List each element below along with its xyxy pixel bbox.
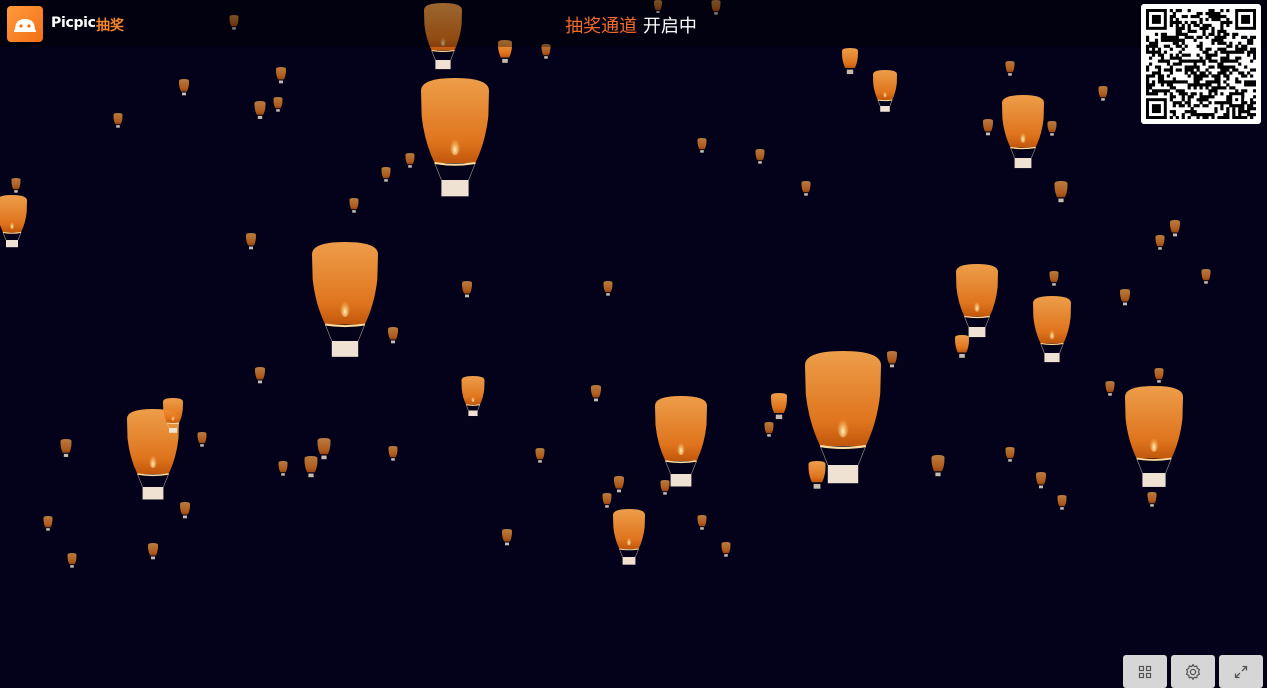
sky-lantern (1105, 381, 1115, 396)
sky-lantern (1154, 368, 1164, 383)
sky-lantern (349, 198, 359, 213)
sky-lantern (1005, 61, 1015, 76)
sky-lantern (1170, 220, 1180, 237)
grid-icon (1138, 665, 1152, 678)
sky-lantern (1002, 95, 1044, 169)
sky-lantern (246, 233, 256, 250)
sky-lantern (502, 529, 512, 546)
sky-lantern (381, 167, 391, 182)
sky-lantern (1054, 181, 1068, 203)
sky-lantern (535, 448, 545, 463)
sky-lantern (278, 461, 288, 476)
sky-lantern (388, 446, 398, 461)
sky-lantern (1201, 269, 1211, 284)
sky-lantern (931, 455, 945, 477)
sky-lantern (808, 461, 826, 489)
sky-lantern (1036, 472, 1046, 489)
sky-lantern (603, 281, 613, 296)
sky-lantern (697, 515, 707, 530)
sky-lantern (655, 396, 707, 487)
sky-lantern (801, 181, 811, 196)
sky-lantern (113, 113, 123, 128)
sky-lantern (43, 516, 53, 531)
sky-lantern (11, 178, 21, 193)
sky-lantern (462, 281, 472, 298)
qr-code-pattern (1146, 9, 1256, 119)
sky-lantern (0, 195, 27, 248)
sky-lantern (1047, 121, 1057, 136)
qr-code (1141, 4, 1261, 124)
sky-lantern (1049, 271, 1059, 286)
sky-lantern (1125, 386, 1183, 487)
top-bar: Picpic 抽奖 抽奖通道 开启中 (0, 0, 1267, 47)
sky-lantern (842, 48, 858, 75)
sky-lantern (273, 97, 283, 112)
sky-lantern (1057, 495, 1067, 510)
sky-lantern (1005, 447, 1015, 462)
sky-lantern (1098, 86, 1108, 101)
sky-lantern (602, 493, 612, 508)
lantern-field (0, 0, 1211, 568)
sky-lantern (405, 153, 415, 168)
gear-icon (1185, 663, 1201, 680)
expand-icon (1234, 665, 1248, 678)
sky-lantern (1147, 492, 1157, 507)
sky-lantern (388, 327, 398, 344)
sky-lantern (67, 553, 77, 568)
sky-lantern (983, 119, 993, 136)
fullscreen-button[interactable] (1219, 655, 1263, 688)
sky-lantern (771, 393, 787, 420)
grid-button[interactable] (1123, 655, 1167, 688)
sky-lantern (956, 264, 998, 338)
sky-lantern (614, 476, 624, 493)
sky-lantern (180, 502, 190, 519)
sky-lantern (1155, 235, 1165, 250)
sky-lantern (1120, 289, 1130, 306)
sky-lantern (721, 542, 731, 557)
settings-button[interactable] (1171, 655, 1215, 688)
sky-lantern (254, 101, 266, 119)
sky-lantern (179, 79, 189, 96)
sky-lantern (591, 385, 601, 402)
sky-lantern (764, 422, 774, 437)
sky-lantern (276, 67, 286, 84)
sky-lantern (697, 138, 707, 153)
sky-lantern (755, 149, 765, 164)
sky-lantern (317, 438, 331, 460)
sky-lantern (660, 480, 670, 495)
sky-lantern (148, 543, 158, 560)
sky-lantern (613, 509, 645, 565)
sky-lantern (873, 70, 897, 112)
sky-lantern (60, 439, 72, 457)
lottery-stage: Picpic 抽奖 抽奖通道 开启中 (0, 0, 1267, 688)
sky-lantern (1033, 296, 1071, 363)
sky-lantern (255, 367, 265, 384)
sky-lantern (197, 432, 207, 447)
page-title: 抽奖通道 开启中 (0, 12, 1262, 38)
sky-lantern (461, 376, 485, 417)
sky-lantern (421, 78, 489, 197)
sky-lantern (312, 242, 378, 357)
title-status: 开启中 (642, 16, 697, 37)
sky-lantern (887, 351, 897, 368)
sky-lantern (304, 456, 318, 478)
title-accent: 抽奖通道 (565, 16, 638, 37)
sky-lantern (955, 335, 969, 358)
